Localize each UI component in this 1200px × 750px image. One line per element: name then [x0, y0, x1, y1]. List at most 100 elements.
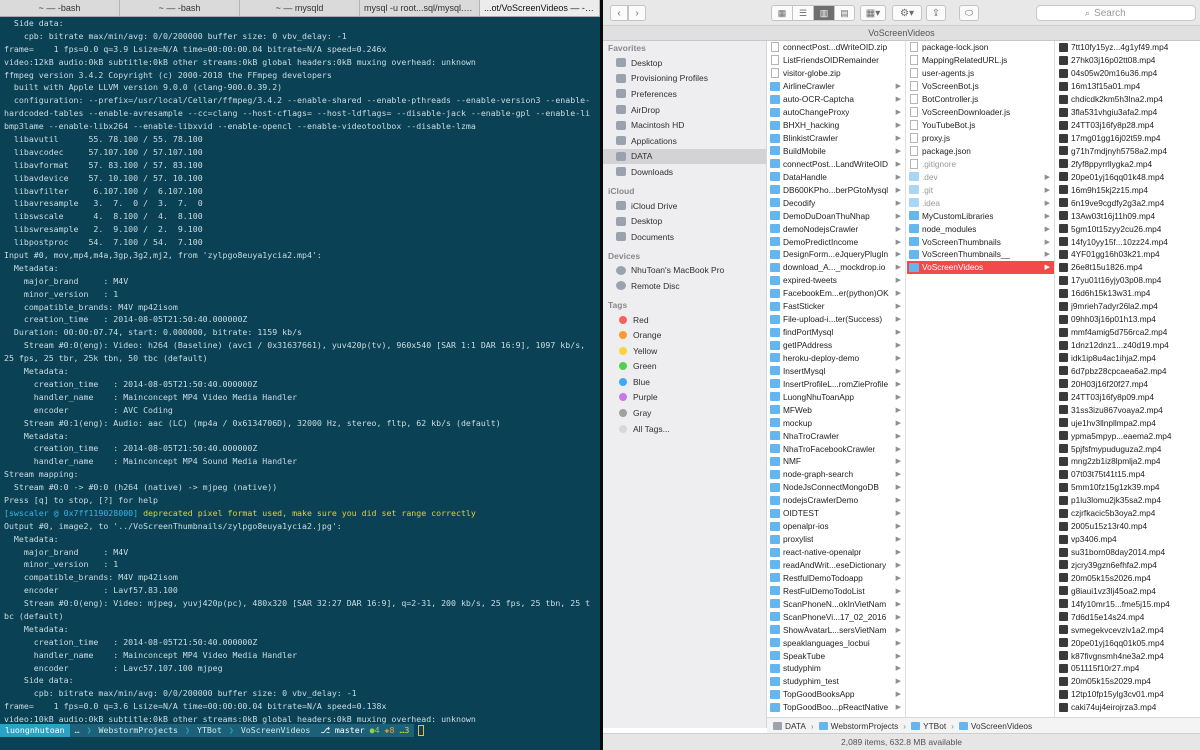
file-row[interactable]: 20pe01yj16qq01k05.mp4 — [1056, 636, 1200, 649]
column-webstormprojects[interactable]: connectPost...dWriteOID.zip ListFriendsOI… — [768, 41, 906, 717]
folder-row[interactable]: TopGoodBooksApp ▶ — [768, 688, 905, 701]
folder-row[interactable]: SpeakTube ▶ — [768, 649, 905, 662]
folder-row[interactable]: download_A..._mockdrop.io ▶ — [768, 261, 905, 274]
folder-row[interactable]: heroku-deploy-demo ▶ — [768, 352, 905, 365]
file-row[interactable]: VoScreenBot.js — [907, 80, 1054, 93]
path-item-data[interactable]: DATA — [785, 721, 806, 731]
folder-row[interactable]: nodejsCrawlerDemo ▶ — [768, 494, 905, 507]
folder-row[interactable]: DemoPredictIncome ▶ — [768, 235, 905, 248]
folder-row[interactable]: getIPAddress ▶ — [768, 339, 905, 352]
file-row[interactable]: ypma5mpyp...eaema2.mp4 — [1056, 429, 1200, 442]
folder-row[interactable]: AirlineCrawler ▶ — [768, 80, 905, 93]
folder-row[interactable]: BuildMobile ▶ — [768, 145, 905, 158]
folder-row[interactable]: TopGoodBoo...pReactNative ▶ — [768, 701, 905, 714]
file-row[interactable]: zjcry39gzn6efhfa2.mp4 — [1056, 559, 1200, 572]
folder-row[interactable]: File-upload-i...ter(Success) ▶ — [768, 313, 905, 326]
sidebar-item-favorites[interactable]: Applications — [603, 133, 766, 149]
file-row[interactable]: package.json — [907, 145, 1054, 158]
folder-row[interactable]: FacebookEm...er(python)OK ▶ — [768, 287, 905, 300]
sidebar-item-icloud[interactable]: iCloud Drive — [603, 198, 766, 214]
file-row[interactable]: 20m05k15s2026.mp4 — [1056, 571, 1200, 584]
folder-row[interactable]: .dev ▶ — [907, 170, 1054, 183]
folder-row[interactable]: DesignForm...eJqueryPlugIn ▶ — [768, 248, 905, 261]
file-row[interactable]: czjrfkacic5b3oya2.mp4 — [1056, 507, 1200, 520]
list-view-button[interactable]: ☰ — [792, 5, 813, 21]
folder-row[interactable]: ScanPhoneVi...17_02_2016 ▶ — [768, 610, 905, 623]
action-button[interactable]: ⚙▾ — [892, 5, 922, 21]
file-row[interactable]: 20m05k15s2029.mp4 — [1056, 675, 1200, 688]
folder-row[interactable]: connectPost...LandWriteOID ▶ — [768, 157, 905, 170]
sidebar-item-devices[interactable]: NhuToan's MacBook Pro — [603, 263, 766, 279]
sidebar-tag[interactable]: Green — [603, 359, 766, 375]
file-row[interactable]: 1dnz12dnz1...z40d19.mp4 — [1056, 339, 1200, 352]
file-row[interactable]: 24TT03j16fy8p09.mp4 — [1056, 390, 1200, 403]
file-row[interactable]: 14fy10mr15...fme5j15.mp4 — [1056, 597, 1200, 610]
file-row[interactable]: 16m13f15a01.mp4 — [1056, 80, 1200, 93]
file-row[interactable]: mmf4amig5d756rca2.mp4 — [1056, 326, 1200, 339]
folder-row[interactable]: node_modules ▶ — [907, 222, 1054, 235]
file-row[interactable]: g71h7mdjnyh5758a2.mp4 — [1056, 145, 1200, 158]
file-row[interactable]: 16d6h15k13w31.mp4 — [1056, 287, 1200, 300]
sidebar-item-favorites[interactable]: Desktop — [603, 55, 766, 71]
file-row[interactable]: 5mm10fz15g1zk39.mp4 — [1056, 481, 1200, 494]
folder-row[interactable]: openalpr-ios ▶ — [768, 520, 905, 533]
file-row[interactable]: proxy.js — [907, 132, 1054, 145]
file-row[interactable]: mng2zb1iz8lpmlja2.mp4 — [1056, 455, 1200, 468]
sidebar-tag[interactable]: Blue — [603, 374, 766, 390]
folder-row[interactable]: DB600KPho...berPGtoMysql ▶ — [768, 183, 905, 196]
folder-row[interactable]: MyCustomLibraries ▶ — [907, 209, 1054, 222]
sidebar-tag[interactable]: All Tags... — [603, 421, 766, 437]
column-view-button[interactable]: ▥ — [813, 5, 834, 21]
file-row[interactable]: 14fy10yy15f...10zz24.mp4 — [1056, 235, 1200, 248]
path-item-voscreenvideos[interactable]: VoScreenVideos — [971, 721, 1032, 731]
file-row[interactable]: 3fla531vhgiu3afa2.mp4 — [1056, 106, 1200, 119]
sidebar-tag[interactable]: Yellow — [603, 343, 766, 359]
file-row[interactable]: package-lock.json — [907, 41, 1054, 54]
file-row[interactable]: 4YF01gg16h03k21.mp4 — [1056, 248, 1200, 261]
sidebar-item-favorites[interactable]: Macintosh HD — [603, 117, 766, 133]
folder-row[interactable]: readAndWrit...eseDictionary ▶ — [768, 559, 905, 572]
folder-row[interactable]: studyphim ▶ — [768, 662, 905, 675]
folder-row[interactable]: expired-tweets ▶ — [768, 274, 905, 287]
folder-row[interactable]: InsertMysql ▶ — [768, 364, 905, 377]
folder-row[interactable]: proxylist ▶ — [768, 533, 905, 546]
folder-row[interactable]: react-native-openalpr ▶ — [768, 546, 905, 559]
sidebar-item-favorites[interactable]: Downloads — [603, 164, 766, 180]
file-row[interactable]: 27hk03j16p02tt08.mp4 — [1056, 54, 1200, 67]
file-row[interactable]: 6n19ve9cgdfy2g3a2.mp4 — [1056, 196, 1200, 209]
sidebar-item-devices[interactable]: Remote Disc — [603, 278, 766, 294]
folder-row[interactable]: BHXH_hacking ▶ — [768, 119, 905, 132]
file-row[interactable]: MappingRelatedURL.js — [907, 54, 1054, 67]
column-ytbot[interactable]: package-lock.json MappingRelatedURL.js use… — [907, 41, 1055, 717]
file-row[interactable]: 26e8t15u1826.mp4 — [1056, 261, 1200, 274]
file-row[interactable]: 2fyf8ppyrrllygka2.mp4 — [1056, 157, 1200, 170]
terminal-window[interactable]: ~ — -bash ~ — -bash ~ — mysqld mysql -u … — [0, 0, 600, 750]
search-field[interactable]: ⌕ Search — [1036, 5, 1196, 21]
file-row[interactable]: visitor-globe.zip — [768, 67, 905, 80]
terminal-tab-3[interactable]: ~ — mysqld — [240, 0, 360, 16]
folder-row[interactable]: LuongNhuToanApp ▶ — [768, 390, 905, 403]
file-row[interactable]: 051115f10r27.mp4 — [1056, 662, 1200, 675]
terminal-tab-4[interactable]: mysql -u root...sql/mysql.sock — [360, 0, 480, 16]
file-row[interactable]: connectPost...dWriteOID.zip — [768, 41, 905, 54]
file-row[interactable]: 5pjfsfmypuduguza2.mp4 — [1056, 442, 1200, 455]
share-button[interactable]: ⇪ — [926, 5, 946, 21]
folder-row[interactable]: auto-OCR-Captcha ▶ — [768, 93, 905, 106]
file-row[interactable]: 7d6d15e14s24.mp4 — [1056, 610, 1200, 623]
icon-view-button[interactable]: ▦ — [771, 5, 792, 21]
folder-row[interactable]: DemoDuDoanThuNhap ▶ — [768, 209, 905, 222]
file-row[interactable]: k87fivgnsmh4ne3a2.mp4 — [1056, 649, 1200, 662]
file-row[interactable]: vp3406.mp4 — [1056, 533, 1200, 546]
sidebar-item-favorites[interactable]: DATA — [603, 148, 766, 165]
file-row[interactable]: 5gm10t15zyy2cu26.mp4 — [1056, 222, 1200, 235]
file-row[interactable]: ListFriendsOIDRemainder — [768, 54, 905, 67]
path-item-webstormprojects[interactable]: WebstormProjects — [831, 721, 899, 731]
file-row[interactable]: YouTubeBot.js — [907, 119, 1054, 132]
folder-row[interactable]: demoNodejsCrawler ▶ — [768, 222, 905, 235]
folder-row[interactable]: NMF ▶ — [768, 455, 905, 468]
file-row[interactable]: BotController.js — [907, 93, 1054, 106]
folder-row[interactable]: autoChangeProxy ▶ — [768, 106, 905, 119]
file-row[interactable]: idk1ip8u4ac1ihja2.mp4 — [1056, 352, 1200, 365]
folder-row[interactable]: ShowAvatarL...sersVietNam ▶ — [768, 623, 905, 636]
terminal-tab-5-active[interactable]: ...ot/VoScreenVideos — -bash — [480, 0, 600, 16]
